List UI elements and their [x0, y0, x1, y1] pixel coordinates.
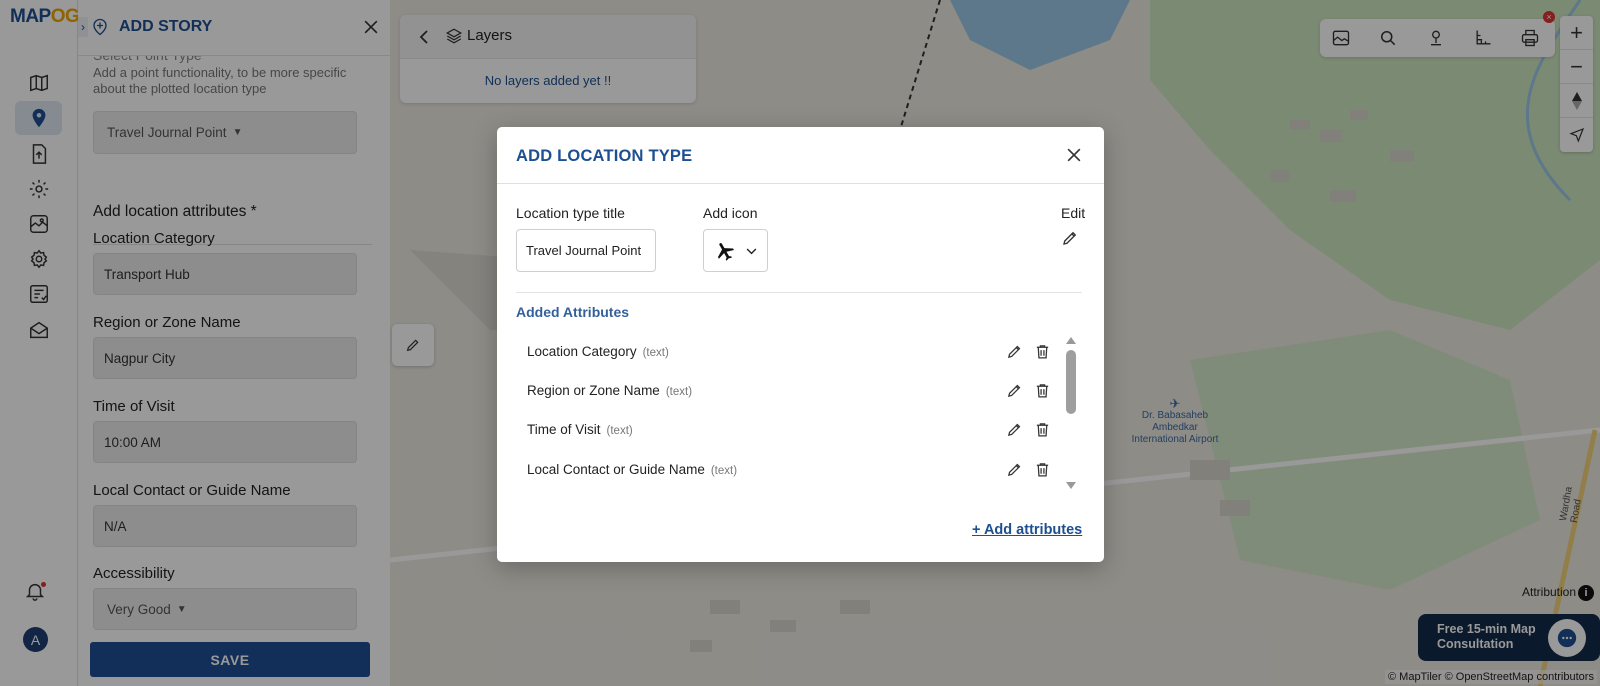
attributes-list: Location Category (text) Region or Zone N… — [516, 333, 1066, 493]
trash-icon[interactable] — [1034, 421, 1051, 438]
close-icon[interactable] — [1064, 145, 1084, 165]
list-item: Local Contact or Guide Name (text) — [516, 451, 1066, 489]
chevron-down-icon — [746, 248, 757, 255]
scroll-down-arrow-icon[interactable] — [1066, 482, 1076, 489]
scroll-thumb[interactable] — [1066, 350, 1076, 414]
edit-label: Edit — [1061, 205, 1086, 221]
add-location-type-dialog: ADD LOCATION TYPE Location type title Ad… — [497, 127, 1104, 562]
edit-pencil-icon[interactable] — [1061, 229, 1079, 247]
edit-pencil-icon[interactable] — [1006, 461, 1023, 478]
attribute-name: Location Category — [527, 344, 637, 359]
list-item: Location Category (text) — [516, 333, 1066, 371]
attribute-name: Local Contact or Guide Name — [527, 462, 705, 477]
attribute-type: (text) — [606, 425, 633, 437]
edit-pencil-icon[interactable] — [1006, 421, 1023, 438]
add-attributes-link[interactable]: + Add attributes — [972, 522, 1082, 538]
trash-icon[interactable] — [1034, 382, 1051, 399]
location-type-title-input[interactable]: Travel Journal Point — [516, 229, 656, 272]
edit-pencil-icon[interactable] — [1006, 343, 1023, 360]
dialog-divider — [516, 292, 1082, 293]
location-type-title-label: Location type title — [516, 205, 625, 221]
icon-select[interactable] — [703, 229, 768, 272]
edit-pencil-icon[interactable] — [1006, 382, 1023, 399]
dialog-header: ADD LOCATION TYPE — [497, 127, 1104, 184]
trash-icon[interactable] — [1034, 461, 1051, 478]
airplane-icon — [717, 243, 734, 261]
add-icon-label: Add icon — [703, 205, 758, 221]
attribute-type: (text) — [642, 347, 669, 359]
attribute-type: (text) — [710, 465, 738, 477]
attributes-scrollbar[interactable] — [1064, 337, 1078, 492]
dialog-title: ADD LOCATION TYPE — [516, 147, 693, 165]
list-item: Region or Zone Name (text) — [516, 372, 1066, 410]
trash-icon[interactable] — [1034, 343, 1051, 360]
attribute-name: Time of Visit — [527, 422, 601, 437]
added-attributes-label: Added Attributes — [516, 304, 630, 320]
list-item: Time of Visit (text) — [516, 411, 1066, 449]
attribute-type: (text) — [665, 386, 693, 398]
attribute-name: Region or Zone Name — [527, 383, 660, 398]
scroll-up-arrow-icon[interactable] — [1066, 337, 1076, 344]
